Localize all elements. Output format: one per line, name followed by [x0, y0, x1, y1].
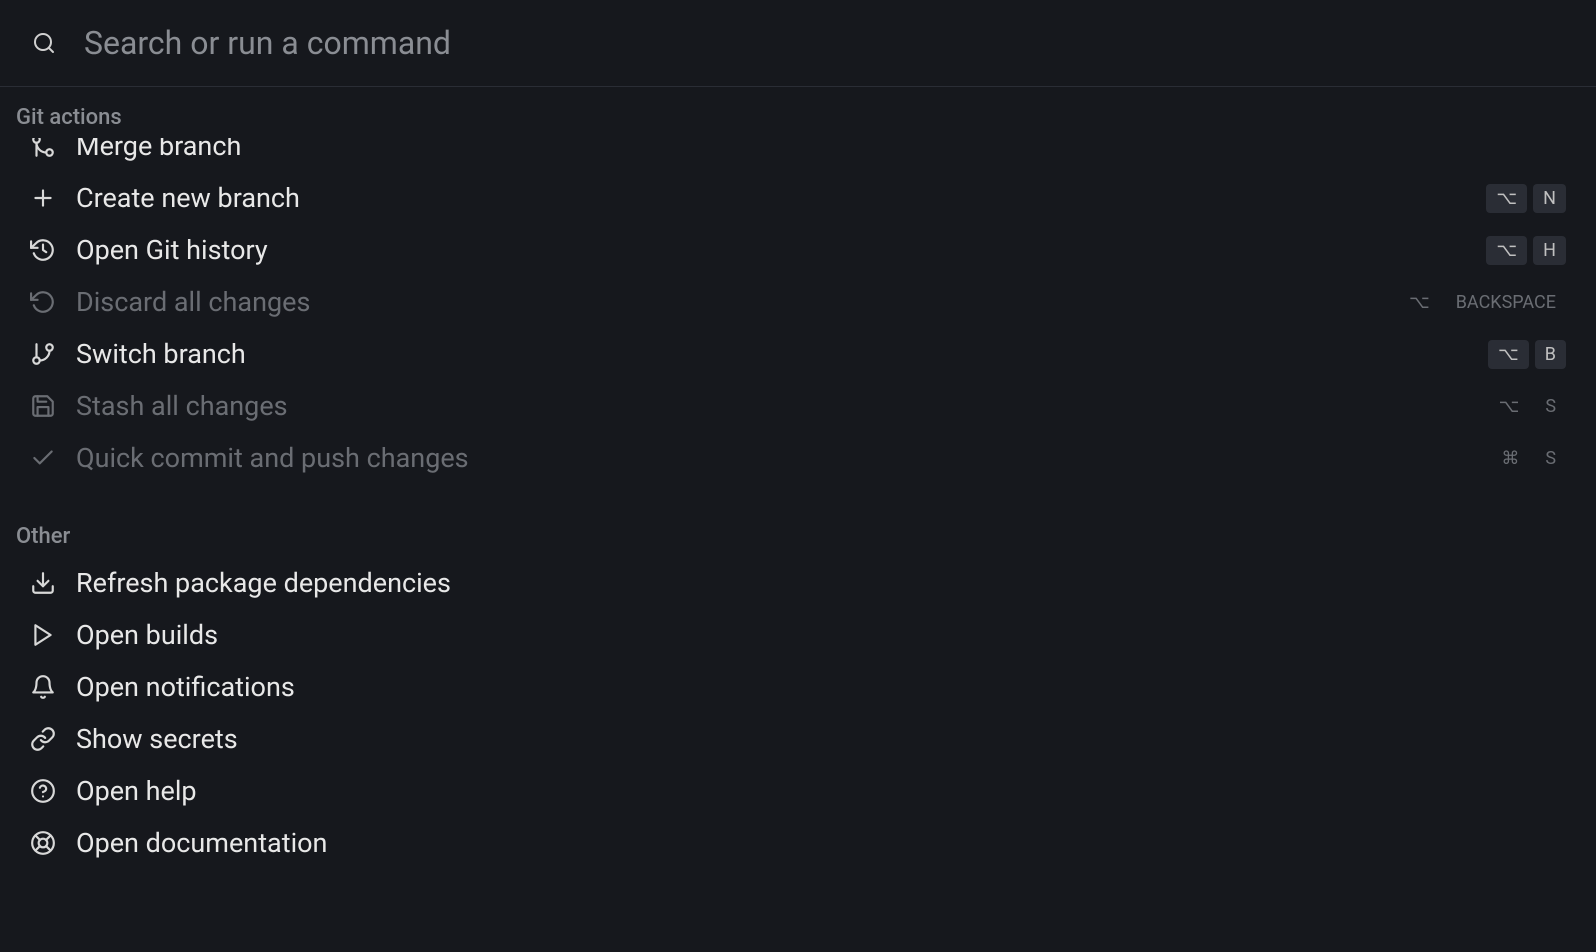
command-label: Quick commit and push changes [76, 442, 1471, 474]
shortcut-group: ⌥ N [1486, 184, 1566, 213]
shortcut-group: ⌘ S [1491, 444, 1566, 473]
key: ⌥ [1489, 392, 1530, 421]
key: ⌥ [1488, 340, 1529, 369]
key: ⌥ [1399, 288, 1440, 317]
command-label: Merge branch [76, 138, 1546, 162]
undo-icon [30, 289, 56, 315]
check-icon [30, 445, 56, 471]
command-create-new-branch[interactable]: Create new branch ⌥ N [0, 172, 1596, 224]
section-header-other: Other [0, 506, 1596, 557]
command-label: Open help [76, 775, 1566, 807]
key: H [1533, 236, 1566, 265]
shortcut-group: ⌥ B [1488, 340, 1566, 369]
help-icon [30, 778, 56, 804]
command-label: Refresh package dependencies [76, 567, 1566, 599]
command-open-documentation[interactable]: Open documentation [0, 817, 1596, 869]
download-icon [30, 570, 56, 596]
merge-icon [30, 138, 56, 159]
bell-icon [30, 674, 56, 700]
command-label: Open notifications [76, 671, 1566, 703]
command-label: Open Git history [76, 234, 1466, 266]
section-header-git: Git actions [0, 87, 1596, 138]
command-open-git-history[interactable]: Open Git history ⌥ H [0, 224, 1596, 276]
command-show-secrets[interactable]: Show secrets [0, 713, 1596, 765]
key: B [1535, 340, 1566, 369]
command-merge-branch[interactable]: Merge branch [0, 138, 1596, 172]
history-icon [30, 237, 56, 263]
branch-icon [30, 341, 56, 367]
shortcut-group: ⌥ S [1489, 392, 1566, 421]
key: S [1535, 392, 1566, 421]
key: BACKSPACE [1446, 288, 1566, 317]
key: ⌘ [1491, 444, 1529, 473]
command-discard-all-changes[interactable]: Discard all changes ⌥ BACKSPACE [0, 276, 1596, 328]
play-icon [30, 622, 56, 648]
other-actions-list: Refresh package dependencies Open builds… [0, 557, 1596, 869]
command-label: Switch branch [76, 338, 1468, 370]
search-bar [0, 0, 1596, 87]
command-stash-all-changes[interactable]: Stash all changes ⌥ S [0, 380, 1596, 432]
command-label: Discard all changes [76, 286, 1379, 318]
key: N [1533, 184, 1566, 213]
command-quick-commit-push[interactable]: Quick commit and push changes ⌘ S [0, 432, 1596, 484]
search-icon [32, 31, 56, 55]
shortcut-group: ⌥ H [1486, 236, 1566, 265]
command-open-notifications[interactable]: Open notifications [0, 661, 1596, 713]
key: S [1535, 444, 1566, 473]
save-icon [30, 393, 56, 419]
command-label: Open builds [76, 619, 1566, 651]
link-icon [30, 726, 56, 752]
command-open-builds[interactable]: Open builds [0, 609, 1596, 661]
command-label: Stash all changes [76, 390, 1469, 422]
command-label: Create new branch [76, 182, 1466, 214]
key: ⌥ [1486, 236, 1527, 265]
command-open-help[interactable]: Open help [0, 765, 1596, 817]
command-switch-branch[interactable]: Switch branch ⌥ B [0, 328, 1596, 380]
lifebuoy-icon [30, 830, 56, 856]
command-refresh-dependencies[interactable]: Refresh package dependencies [0, 557, 1596, 609]
plus-icon [30, 185, 56, 211]
search-input[interactable] [84, 24, 1564, 62]
command-label: Open documentation [76, 827, 1566, 859]
git-actions-list: Merge branch Create new branch ⌥ N Open … [0, 138, 1596, 484]
command-label: Show secrets [76, 723, 1566, 755]
shortcut-group: ⌥ BACKSPACE [1399, 288, 1566, 317]
key: ⌥ [1486, 184, 1527, 213]
